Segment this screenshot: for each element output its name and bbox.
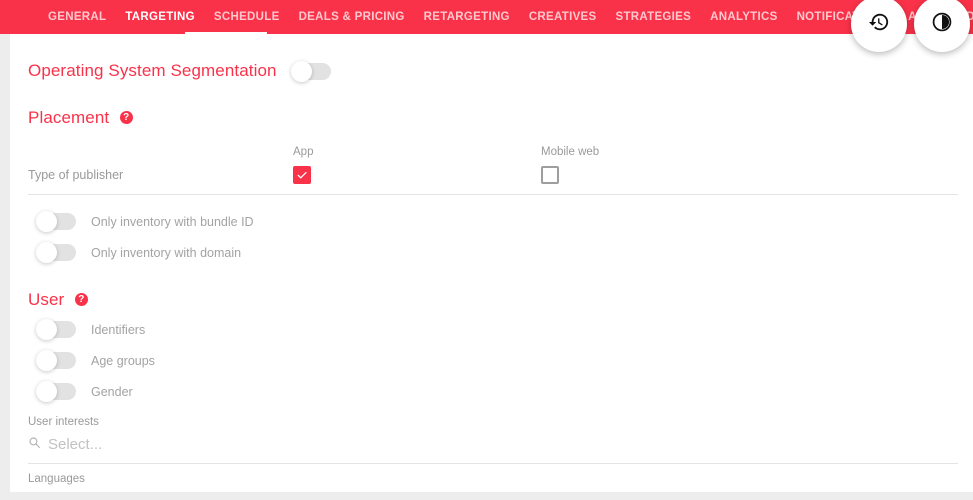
cell-mobile-web [541,166,789,184]
user-interests-placeholder: Select... [48,436,103,453]
toggle-row-bundle-id: Only inventory with bundle ID [36,206,949,237]
tab-strategies[interactable]: STRATEGIES [615,0,691,34]
toggle-row-gender: Gender [36,376,949,407]
check-icon [297,171,307,179]
tab-general[interactable]: GENERAL [48,0,106,34]
user-interests-label: User interests [28,416,99,428]
table-row: Type of publisher [28,158,958,192]
column-header-app: App [293,146,314,158]
user-interests-underline [28,463,958,464]
bundle-id-toggle[interactable] [36,211,76,232]
tab-deals-pricing[interactable]: DEALS & PRICING [299,0,405,34]
field-user-interests: User interests Select... [28,416,958,464]
user-interests-input[interactable]: Select... [28,432,958,458]
gender-toggle[interactable] [36,381,76,402]
user-help-icon[interactable]: ? [74,292,88,306]
field-languages: Languages Select... [28,473,949,492]
os-segmentation-title: Operating System Segmentation [28,61,277,80]
tab-creatives[interactable]: CREATIVES [529,0,597,34]
placement-divider [28,194,958,195]
toggle-row-identifiers: Identifiers [36,314,949,345]
left-gutter [0,68,10,500]
user-heading: User ? [28,290,949,314]
row-label-type-of-publisher: Type of publisher [28,168,124,182]
toggle-knob [36,319,57,340]
placement-table-header: App Mobile web [28,140,958,158]
toggle-knob [36,381,57,402]
os-segmentation-row: Operating System Segmentation [28,56,949,86]
domain-toggle[interactable] [36,242,76,263]
checkbox-app[interactable] [293,166,311,184]
search-icon [28,436,41,454]
gender-label: Gender [91,384,133,399]
os-segmentation-toggle[interactable] [290,60,331,82]
brightness-contrast-icon [931,11,953,38]
age-groups-label: Age groups [91,353,155,368]
toggle-knob [290,60,312,82]
placement-table: App Mobile web Type of publisher [28,140,958,195]
user-title: User [28,290,65,309]
toggle-row-domain: Only inventory with domain [36,237,949,268]
targeting-panel: Operating System Segmentation Placement … [10,34,973,492]
main-navbar: GENERAL TARGETING SCHEDULE DEALS & PRICI… [0,0,973,34]
tab-analytics[interactable]: ANALYTICS [710,0,777,34]
identifiers-label: Identifiers [91,322,146,337]
placement-heading: Placement ? [28,108,949,132]
bundle-id-label: Only inventory with bundle ID [91,214,254,229]
placement-help-icon[interactable]: ? [119,110,133,124]
languages-label: Languages [28,473,85,485]
toggle-knob [36,350,57,371]
tab-targeting[interactable]: TARGETING [125,0,195,34]
identifiers-toggle[interactable] [36,319,76,340]
page-body: Operating System Segmentation Placement … [0,34,973,500]
cell-app [293,166,541,184]
placement-title: Placement [28,108,110,127]
toggle-row-age-groups: Age groups [36,345,949,376]
checkbox-mobile-web[interactable] [541,166,559,184]
toggle-knob [36,211,57,232]
tab-schedule[interactable]: SCHEDULE [214,0,280,34]
history-icon [868,11,890,38]
domain-label: Only inventory with domain [91,245,242,260]
languages-input[interactable]: Select... [28,489,958,492]
column-header-mobile-web: Mobile web [541,146,600,158]
toggle-knob [36,242,57,263]
languages-placeholder: Select... [48,489,102,492]
active-tab-indicator [185,32,267,46]
age-groups-toggle[interactable] [36,350,76,371]
tab-retargeting[interactable]: RETARGETING [424,0,510,34]
app-root: GENERAL TARGETING SCHEDULE DEALS & PRICI… [0,0,973,500]
